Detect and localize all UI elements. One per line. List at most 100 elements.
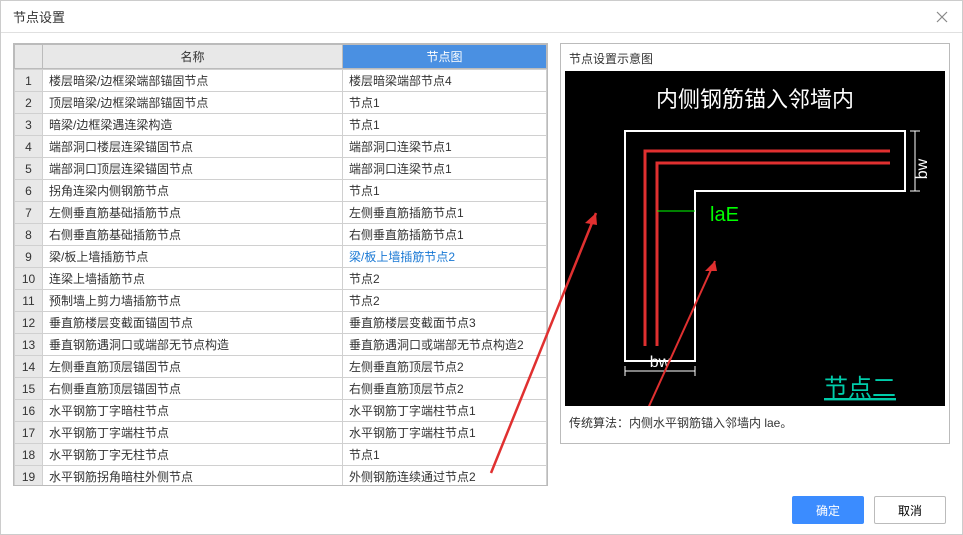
algo-text: 传统算法：内侧水平钢筋锚入邻墙内 lae。: [565, 406, 945, 439]
row-number: 3: [15, 114, 43, 136]
row-number: 4: [15, 136, 43, 158]
row-value[interactable]: 垂直筋楼层变截面节点3: [343, 312, 547, 334]
row-name: 左侧垂直筋顶层锚固节点: [43, 356, 343, 378]
table-row[interactable]: 15右侧垂直筋顶层锚固节点右侧垂直筋顶层节点2: [15, 378, 547, 400]
table-row[interactable]: 18水平钢筋丁字无柱节点节点1: [15, 444, 547, 466]
row-number: 2: [15, 92, 43, 114]
row-number: 13: [15, 334, 43, 356]
row-name: 预制墙上剪力墙插筋节点: [43, 290, 343, 312]
diagram-svg: 内侧钢筋锚入邻墙内 bw bw: [565, 71, 945, 406]
row-value[interactable]: 楼层暗梁端部节点4: [343, 70, 547, 92]
row-name: 垂直筋楼层变截面锚固节点: [43, 312, 343, 334]
diagram-box: 节点设置示意图 内侧钢筋锚入邻墙内 bw: [560, 43, 950, 444]
table-row[interactable]: 14左侧垂直筋顶层锚固节点左侧垂直筋顶层节点2: [15, 356, 547, 378]
table-row[interactable]: 11预制墙上剪力墙插筋节点节点2: [15, 290, 547, 312]
row-number: 12: [15, 312, 43, 334]
table-body-scroll[interactable]: 1楼层暗梁/边框梁端部锚固节点楼层暗梁端部节点42顶层暗梁/边框梁端部锚固节点节…: [14, 69, 547, 485]
title-bar: 节点设置: [1, 1, 962, 33]
node-settings-dialog: 节点设置 名称 节点图 1楼层暗梁/边框梁端部锚固节点楼层暗梁端部节点42顶层暗…: [0, 0, 963, 535]
row-name: 楼层暗梁/边框梁端部锚固节点: [43, 70, 343, 92]
table-row[interactable]: 9梁/板上墙插筋节点梁/板上墙插筋节点2: [15, 246, 547, 268]
close-icon[interactable]: [934, 9, 950, 25]
table-row[interactable]: 10连梁上墙插筋节点节点2: [15, 268, 547, 290]
bw-label-1: bw: [914, 158, 931, 179]
row-value[interactable]: 节点1: [343, 92, 547, 114]
row-name: 水平钢筋拐角暗柱外侧节点: [43, 466, 343, 486]
footer: 确定 取消: [1, 486, 962, 534]
row-value[interactable]: 水平钢筋丁字端柱节点1: [343, 422, 547, 444]
row-value[interactable]: 梁/板上墙插筋节点2: [343, 246, 547, 268]
col-diagram: 节点图: [343, 45, 547, 69]
row-name: 左侧垂直筋基础插筋节点: [43, 202, 343, 224]
row-number: 15: [15, 378, 43, 400]
row-name: 右侧垂直筋顶层锚固节点: [43, 378, 343, 400]
row-name: 水平钢筋丁字端柱节点: [43, 422, 343, 444]
table-row[interactable]: 8右侧垂直筋基础插筋节点右侧垂直筋插筋节点1: [15, 224, 547, 246]
row-name: 端部洞口顶层连梁锚固节点: [43, 158, 343, 180]
row-number: 1: [15, 70, 43, 92]
row-name: 水平钢筋丁字暗柱节点: [43, 400, 343, 422]
table-panel: 名称 节点图 1楼层暗梁/边框梁端部锚固节点楼层暗梁端部节点42顶层暗梁/边框梁…: [13, 43, 548, 486]
table-row[interactable]: 6拐角连梁内侧钢筋节点节点1: [15, 180, 547, 202]
col-name: 名称: [43, 45, 343, 69]
row-value[interactable]: 节点2: [343, 268, 547, 290]
dialog-body: 名称 节点图 1楼层暗梁/边框梁端部锚固节点楼层暗梁端部节点42顶层暗梁/边框梁…: [1, 33, 962, 486]
row-name: 梁/板上墙插筋节点: [43, 246, 343, 268]
row-value[interactable]: 左侧垂直筋顶层节点2: [343, 356, 547, 378]
row-number: 5: [15, 158, 43, 180]
diagram-caption: 节点二: [824, 375, 896, 402]
row-name: 端部洞口楼层连梁锚固节点: [43, 136, 343, 158]
lae-label: laE: [710, 204, 739, 226]
row-number: 11: [15, 290, 43, 312]
table-row[interactable]: 5端部洞口顶层连梁锚固节点端部洞口连梁节点1: [15, 158, 547, 180]
diagram-top-text: 内侧钢筋锚入邻墙内: [656, 87, 854, 112]
row-name: 暗梁/边框梁遇连梁构造: [43, 114, 343, 136]
table-row[interactable]: 12垂直筋楼层变截面锚固节点垂直筋楼层变截面节点3: [15, 312, 547, 334]
row-name: 水平钢筋丁字无柱节点: [43, 444, 343, 466]
ok-button[interactable]: 确定: [792, 496, 864, 524]
table-row[interactable]: 17水平钢筋丁字端柱节点水平钢筋丁字端柱节点1: [15, 422, 547, 444]
row-number: 17: [15, 422, 43, 444]
row-number: 16: [15, 400, 43, 422]
preview-title: 节点设置示意图: [565, 48, 945, 71]
row-value[interactable]: 节点1: [343, 114, 547, 136]
row-value[interactable]: 节点1: [343, 180, 547, 202]
row-name: 连梁上墙插筋节点: [43, 268, 343, 290]
table-row[interactable]: 7左侧垂直筋基础插筋节点左侧垂直筋插筋节点1: [15, 202, 547, 224]
row-number: 8: [15, 224, 43, 246]
table-row[interactable]: 4端部洞口楼层连梁锚固节点端部洞口连梁节点1: [15, 136, 547, 158]
row-value[interactable]: 端部洞口连梁节点1: [343, 158, 547, 180]
table-row[interactable]: 2顶层暗梁/边框梁端部锚固节点节点1: [15, 92, 547, 114]
row-value[interactable]: 节点1: [343, 444, 547, 466]
row-number: 7: [15, 202, 43, 224]
table-row[interactable]: 13垂直钢筋遇洞口或端部无节点构造垂直筋遇洞口或端部无节点构造2: [15, 334, 547, 356]
table-header: 名称 节点图: [14, 44, 547, 69]
row-value[interactable]: 水平钢筋丁字端柱节点1: [343, 400, 547, 422]
table-row[interactable]: 16水平钢筋丁字暗柱节点水平钢筋丁字端柱节点1: [15, 400, 547, 422]
table-row[interactable]: 19水平钢筋拐角暗柱外侧节点外侧钢筋连续通过节点2: [15, 466, 547, 486]
dialog-title: 节点设置: [13, 7, 65, 26]
row-name: 右侧垂直筋基础插筋节点: [43, 224, 343, 246]
row-number: 14: [15, 356, 43, 378]
table-body: 1楼层暗梁/边框梁端部锚固节点楼层暗梁端部节点42顶层暗梁/边框梁端部锚固节点节…: [14, 69, 547, 485]
row-value[interactable]: 外侧钢筋连续通过节点2: [343, 466, 547, 486]
row-name: 顶层暗梁/边框梁端部锚固节点: [43, 92, 343, 114]
row-number: 6: [15, 180, 43, 202]
row-value[interactable]: 端部洞口连梁节点1: [343, 136, 547, 158]
row-number: 9: [15, 246, 43, 268]
bw-label-2: bw: [650, 354, 671, 371]
row-name: 垂直钢筋遇洞口或端部无节点构造: [43, 334, 343, 356]
row-value[interactable]: 节点2: [343, 290, 547, 312]
row-value[interactable]: 右侧垂直筋插筋节点1: [343, 224, 547, 246]
table-row[interactable]: 1楼层暗梁/边框梁端部锚固节点楼层暗梁端部节点4: [15, 70, 547, 92]
row-number: 10: [15, 268, 43, 290]
row-name: 拐角连梁内侧钢筋节点: [43, 180, 343, 202]
row-value[interactable]: 左侧垂直筋插筋节点1: [343, 202, 547, 224]
row-value[interactable]: 垂直筋遇洞口或端部无节点构造2: [343, 334, 547, 356]
preview-panel: 节点设置示意图 内侧钢筋锚入邻墙内 bw: [560, 43, 950, 486]
cancel-button[interactable]: 取消: [874, 496, 946, 524]
row-value[interactable]: 右侧垂直筋顶层节点2: [343, 378, 547, 400]
row-number: 19: [15, 466, 43, 486]
row-number: 18: [15, 444, 43, 466]
table-row[interactable]: 3暗梁/边框梁遇连梁构造节点1: [15, 114, 547, 136]
